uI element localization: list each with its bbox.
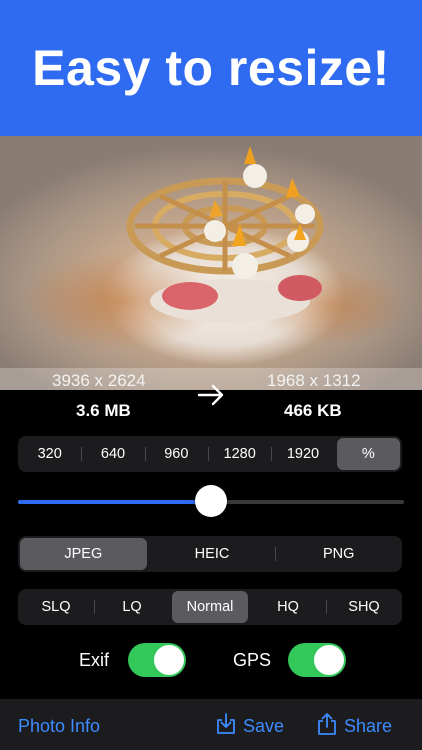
save-button[interactable]: Save [243, 716, 284, 737]
exif-toggle[interactable] [128, 643, 186, 677]
format-option[interactable]: HEIC [149, 536, 276, 572]
arrow-right-icon [197, 384, 224, 406]
original-file-size: 3.6 MB [76, 401, 131, 420]
size-preset-option[interactable]: 320 [18, 436, 81, 472]
toggle-knob [154, 645, 184, 675]
gps-toggle[interactable] [288, 643, 346, 677]
format-option[interactable]: PNG [275, 536, 402, 572]
slider-fill [18, 500, 211, 504]
slider-thumb[interactable] [195, 485, 227, 517]
format-option[interactable]: JPEG [20, 538, 147, 570]
gps-label: GPS [233, 650, 272, 670]
quality-option[interactable]: SHQ [326, 589, 402, 625]
format-control: JPEG HEIC PNG [18, 536, 402, 572]
share-icon[interactable] [316, 712, 338, 736]
toggle-knob [314, 645, 344, 675]
size-preset-option[interactable]: % [336, 438, 400, 470]
promo-banner: Easy to resize! [0, 0, 422, 136]
new-file-size: 466 KB [284, 401, 342, 420]
quality-option[interactable]: LQ [94, 589, 170, 625]
original-dimensions: 3936 x 2624 [52, 371, 146, 390]
size-preset-option[interactable]: 960 [144, 436, 208, 472]
save-icon[interactable] [215, 712, 237, 736]
quality-option[interactable]: SLQ [18, 589, 94, 625]
quality-option[interactable]: Normal [172, 591, 248, 623]
photo-preview [0, 136, 422, 390]
new-dimensions: 1968 x 1312 [267, 371, 361, 390]
scale-slider[interactable] [18, 485, 404, 517]
photo-info-button[interactable]: Photo Info [18, 716, 100, 737]
size-preset-option[interactable]: 1920 [271, 436, 334, 472]
size-preset-control: 320 640 960 1280 1920% [18, 436, 402, 472]
banner-title: Easy to resize! [32, 40, 390, 96]
size-preset-option[interactable]: 1280 [207, 436, 271, 472]
quality-control: SLQ LQ Normal HQ SHQ [18, 589, 402, 625]
share-button[interactable]: Share [344, 716, 392, 737]
quality-option[interactable]: HQ [250, 589, 326, 625]
size-preset-option[interactable]: 640 [81, 436, 144, 472]
exif-label: Exif [79, 650, 110, 670]
food-photo-illustration [126, 146, 324, 323]
